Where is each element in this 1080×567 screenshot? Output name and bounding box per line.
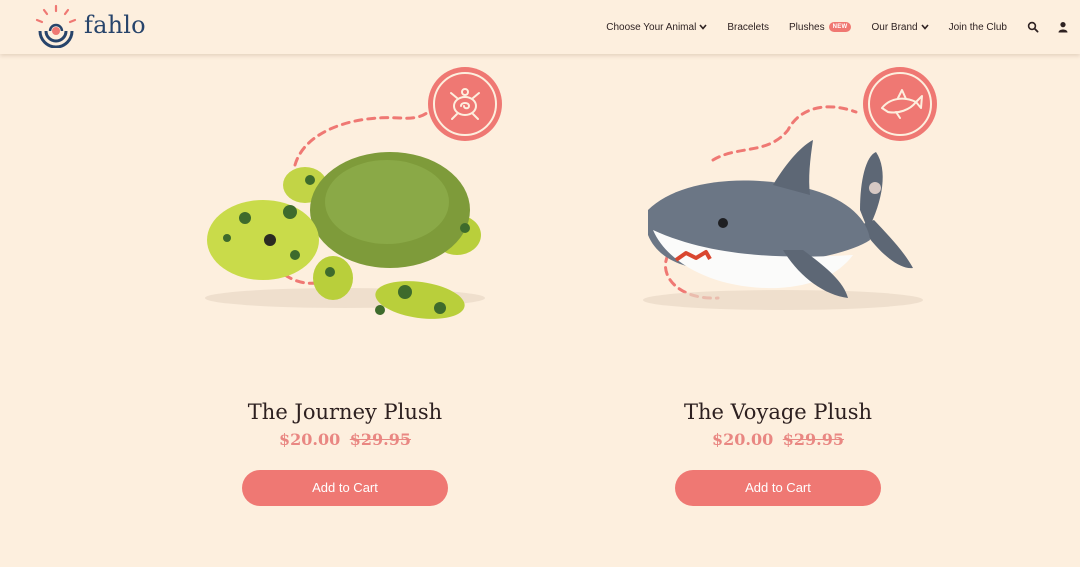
nav-plushes[interactable]: Plushes NEW [789,21,852,33]
logo-icon[interactable] [34,4,78,48]
brand-name[interactable]: fahlo [84,11,146,39]
main-nav: Choose Your Animal Bracelets Plushes NEW… [606,0,1080,54]
original-price: $29.95 [349,430,412,449]
nav-label: Choose Your Animal [606,21,697,33]
product-title[interactable]: The Journey Plush [165,400,525,424]
new-badge: NEW [828,22,852,32]
nav-our-brand[interactable]: Our Brand [871,21,929,33]
nav-choose-your-animal[interactable]: Choose Your Animal [606,22,707,33]
product-price: $20.00 $29.95 [165,430,525,449]
nav-label: Our Brand [871,21,918,33]
turtle-plush-image[interactable] [165,60,525,360]
product-title[interactable]: The Voyage Plush [598,400,958,424]
sale-price: $20.00 [278,430,341,449]
add-to-cart-button[interactable]: Add to Cart [242,470,448,506]
shark-plush-image[interactable] [598,60,958,360]
sale-price: $20.00 [711,430,774,449]
nav-join-the-club[interactable]: Join the Club [949,22,1007,33]
add-to-cart-button[interactable]: Add to Cart [675,470,881,506]
chevron-down-icon [699,24,707,30]
nav-label: Plushes [789,21,825,33]
nav-label: Join the Club [948,21,1007,33]
product-card-journey[interactable]: The Journey Plush $20.00 $29.95 Add to C… [165,60,525,520]
site-header: fahlo Choose Your Animal Bracelets Plush… [0,0,1080,54]
original-price: $29.95 [782,430,845,449]
nav-bracelets[interactable]: Bracelets [727,22,769,33]
product-card-voyage[interactable]: The Voyage Plush $20.00 $29.95 Add to Ca… [598,60,958,520]
product-price: $20.00 $29.95 [598,430,958,449]
search-icon[interactable] [1027,21,1039,33]
chevron-down-icon [921,24,929,30]
user-icon[interactable] [1057,21,1069,33]
nav-label: Bracelets [727,21,769,33]
